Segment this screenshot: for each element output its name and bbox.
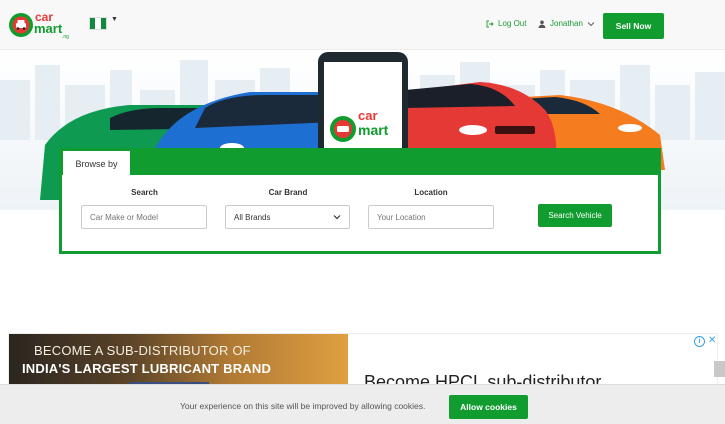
ad-line-2: INDIA'S LARGEST LUBRICANT BRAND <box>22 361 272 376</box>
chevron-down-icon <box>587 21 595 26</box>
cookie-consent-bar: Your experience on this site will be imp… <box>0 384 725 424</box>
site-header: car mart .ng ▼ Log Out Jonathan Sell Now <box>0 0 725 50</box>
user-name: Jonathan <box>550 19 583 28</box>
car-brand-select[interactable]: All Brands <box>225 205 350 229</box>
logout-label: Log Out <box>498 19 527 28</box>
car-brand-label: Car Brand <box>268 188 308 197</box>
cookie-message: Your experience on this site will be imp… <box>180 401 426 411</box>
search-input[interactable] <box>81 205 207 229</box>
location-input[interactable] <box>368 205 494 229</box>
ad-close-icon[interactable]: ✕ <box>708 335 716 346</box>
phone-logo-text-bottom: mart <box>358 122 389 138</box>
logo-suffix: .ng <box>62 34 69 40</box>
carmart-logo[interactable]: car mart .ng <box>8 9 72 41</box>
car-brand-selected: All Brands <box>234 212 271 222</box>
ad-scroll-handle[interactable] <box>714 361 725 377</box>
allow-cookies-button[interactable]: Allow cookies <box>449 395 528 419</box>
search-panel: Browse by Search Car Brand All Brands Lo… <box>59 148 661 254</box>
user-icon <box>538 20 546 28</box>
sell-now-button[interactable]: Sell Now <box>603 13 664 39</box>
nigeria-flag-icon[interactable] <box>89 17 107 30</box>
ad-line-1: BECOME A SUB-DISTRIBUTOR OF <box>34 343 251 358</box>
search-label: Search <box>131 188 158 197</box>
location-label: Location <box>414 188 448 197</box>
search-panel-header: Browse by <box>59 148 661 176</box>
user-menu[interactable]: Jonathan <box>538 19 595 28</box>
logout-icon <box>486 20 494 27</box>
logo-text-bottom: mart <box>34 21 63 36</box>
logout-link[interactable]: Log Out <box>486 19 526 28</box>
ad-info-icon[interactable]: i <box>694 336 705 347</box>
caret-down-icon[interactable]: ▼ <box>111 16 118 23</box>
tab-browse-by[interactable]: Browse by <box>63 151 130 176</box>
chevron-down-icon <box>333 215 341 220</box>
search-vehicle-button[interactable]: Search Vehicle <box>538 204 612 227</box>
phone-logo-text-top: car <box>358 108 378 123</box>
